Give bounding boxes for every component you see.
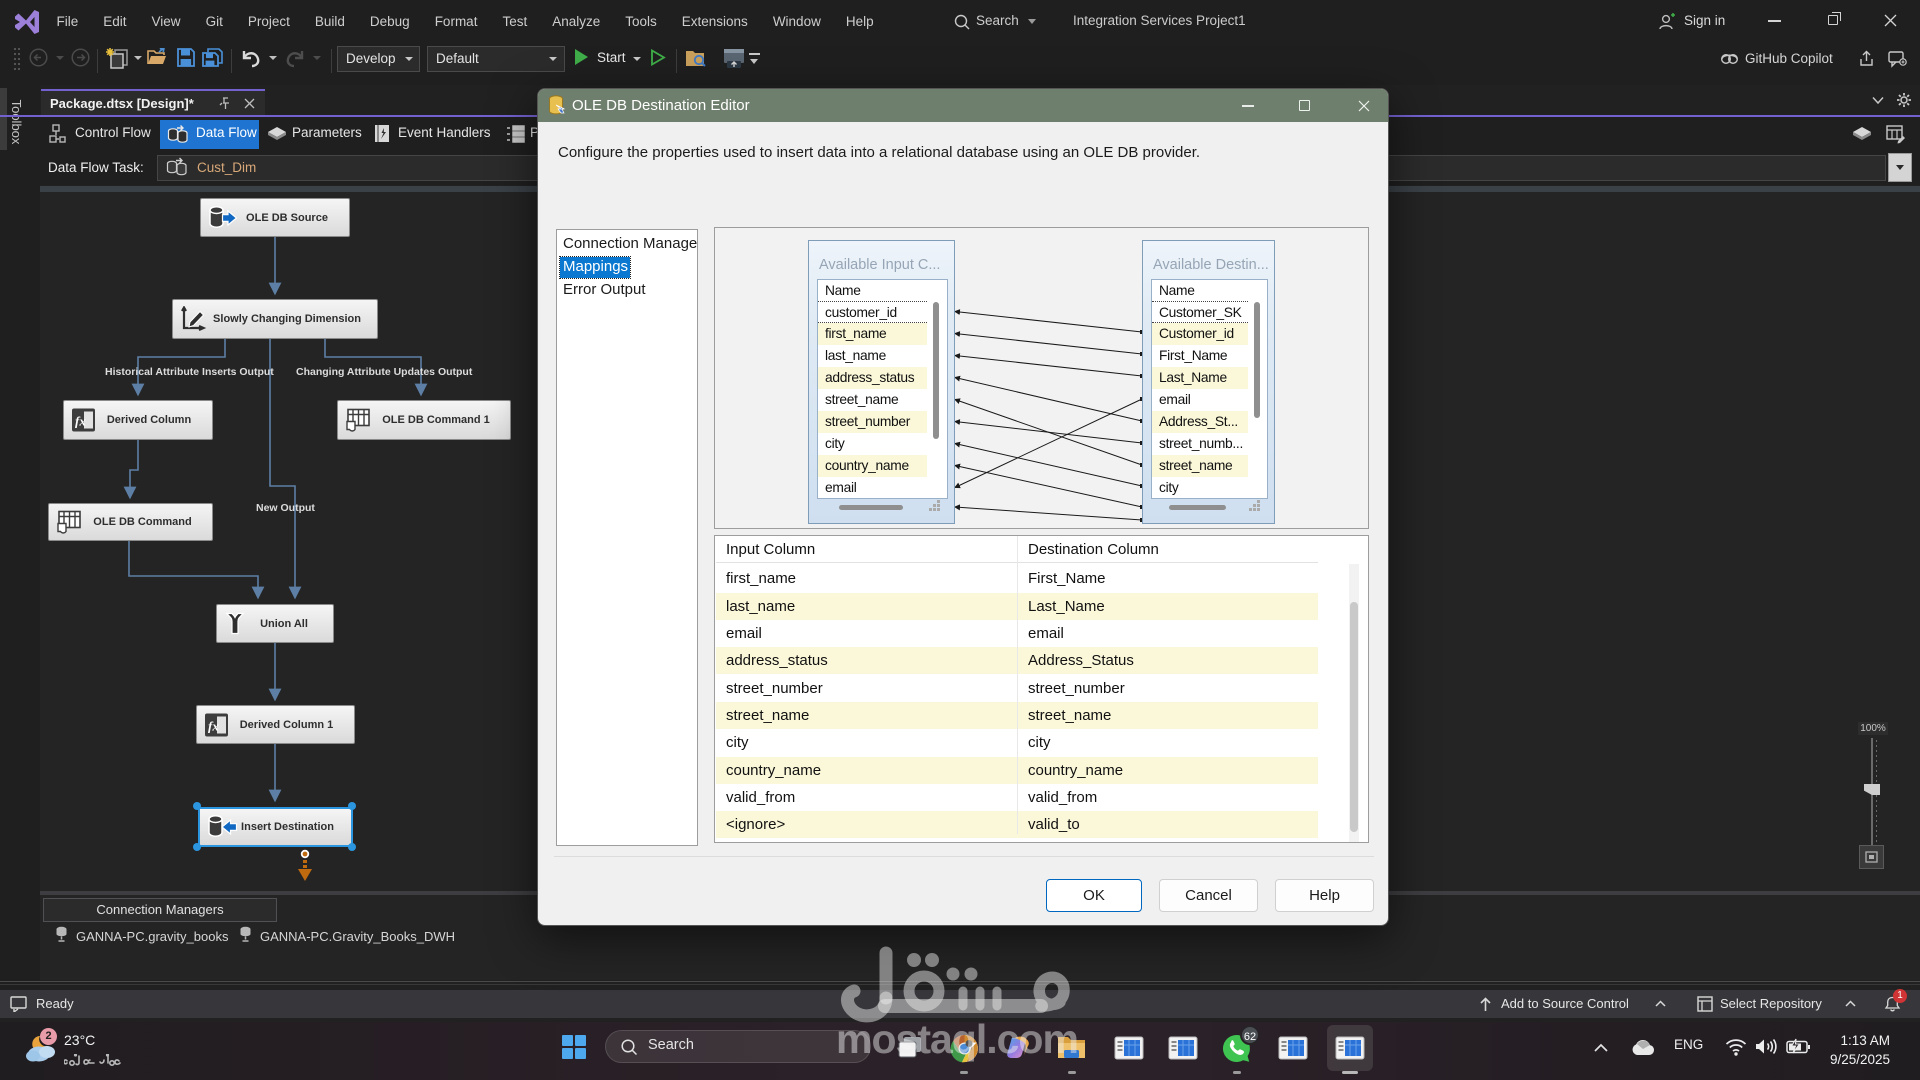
svg-text:mostaql.com: mostaql.com (836, 1016, 1078, 1062)
svg-text:fx: fx (75, 414, 86, 429)
svg-text:fx: fx (208, 718, 219, 733)
